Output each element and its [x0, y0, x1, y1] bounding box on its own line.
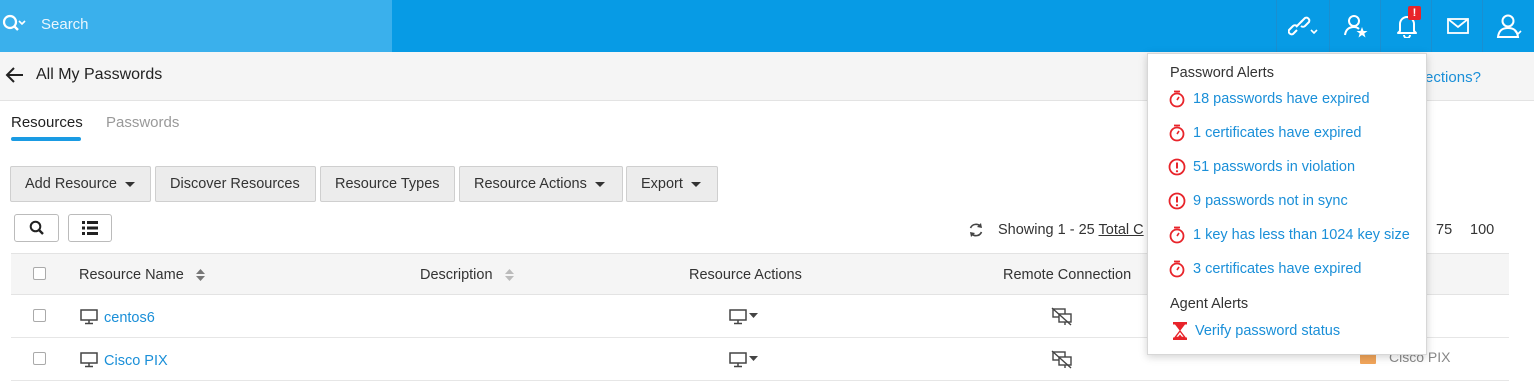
search-box[interactable]: Search [0, 0, 392, 52]
resource-types-label: Resource Types [335, 176, 440, 192]
sort-icon[interactable] [195, 269, 205, 282]
timer-icon [1169, 90, 1185, 108]
password-alerts-heading: Password Alerts [1170, 65, 1274, 81]
column-chooser-button[interactable] [68, 214, 112, 242]
pagination-summary: Showing 1 - 25 Total C [998, 222, 1144, 238]
chevron-down-icon [594, 181, 605, 187]
favorites-menu[interactable] [1329, 0, 1381, 52]
alert-item[interactable]: 3 certificates have expired [1168, 260, 1361, 278]
alert-item[interactable]: 9 passwords not in sync [1168, 192, 1348, 210]
tab-resources[interactable]: Resources [11, 114, 83, 131]
top-bar: Search ! [0, 0, 1534, 52]
search-icon [29, 220, 44, 235]
column-resource-name[interactable]: Resource Name [79, 267, 205, 283]
list-icon [82, 221, 98, 235]
agent-alerts-heading: Agent Alerts [1170, 296, 1249, 312]
row-checkbox[interactable] [33, 309, 46, 322]
computer-icon [80, 352, 98, 368]
connections-menu[interactable] [1276, 0, 1328, 52]
messages-menu[interactable] [1431, 0, 1483, 52]
table-search-button[interactable] [14, 214, 59, 242]
chevron-down-icon [690, 181, 701, 187]
export-button[interactable]: Export [626, 166, 718, 202]
search-icon[interactable] [2, 14, 26, 36]
chevron-down-icon [124, 181, 135, 187]
timer-icon [1169, 124, 1185, 142]
alert-item[interactable]: 1 certificates have expired [1168, 124, 1361, 142]
page-size-100[interactable]: 100 [1470, 222, 1494, 238]
tab-passwords[interactable]: Passwords [106, 114, 179, 131]
column-description[interactable]: Description [420, 267, 514, 283]
user-menu[interactable] [1482, 0, 1534, 52]
column-remote-connection: Remote Connection [1003, 267, 1132, 283]
alert-text: 3 certificates have expired [1193, 261, 1362, 277]
export-label: Export [641, 176, 683, 192]
user-icon [1496, 14, 1522, 38]
timer-icon [1169, 226, 1185, 244]
back-arrow-icon[interactable] [5, 66, 25, 84]
alert-text: 51 passwords in violation [1193, 159, 1356, 175]
sort-icon[interactable] [504, 269, 514, 282]
alert-item[interactable]: 51 passwords in violation [1168, 158, 1355, 176]
notifications-dropdown: Password Alerts 18 passwords have expire… [1147, 53, 1427, 355]
resource-actions-label: Resource Actions [474, 176, 587, 192]
column-description-label: Description [420, 267, 493, 283]
add-resource-label: Add Resource [25, 176, 117, 192]
column-resource-name-label: Resource Name [79, 267, 184, 283]
active-tab-indicator [11, 137, 81, 141]
table-row [11, 381, 1509, 392]
alert-text: 1 key has less than 1024 key size [1193, 227, 1410, 243]
alert-text: 1 certificates have expired [1193, 125, 1362, 141]
exclamation-circle-icon [1168, 158, 1186, 176]
select-all-checkbox[interactable] [33, 267, 46, 280]
timer-icon [1169, 260, 1185, 278]
remote-connection-disabled-icon[interactable] [1051, 307, 1075, 327]
exclamation-circle-icon [1168, 192, 1186, 210]
alert-text: 18 passwords have expired [1193, 91, 1370, 107]
discover-resources-button[interactable]: Discover Resources [155, 166, 316, 202]
alert-text: 9 passwords not in sync [1193, 193, 1348, 209]
page-size-75[interactable]: 75 [1436, 222, 1452, 238]
alert-item[interactable]: 1 key has less than 1024 key size [1168, 226, 1410, 244]
notification-badge: ! [1408, 6, 1421, 20]
hourglass-icon [1173, 322, 1187, 340]
resource-actions-dropdown-icon[interactable] [729, 309, 761, 325]
row-checkbox[interactable] [33, 352, 46, 365]
discover-resources-label: Discover Resources [170, 176, 300, 192]
resource-name-link[interactable]: Cisco PIX [104, 353, 168, 369]
add-resource-button[interactable]: Add Resource [10, 166, 151, 202]
resource-types-button[interactable]: Resource Types [320, 166, 455, 202]
computer-icon [80, 309, 98, 325]
column-resource-actions: Resource Actions [689, 267, 802, 283]
total-count-link[interactable]: Total C [1099, 222, 1144, 238]
link-icon [1287, 16, 1318, 36]
resource-actions-button[interactable]: Resource Actions [459, 166, 623, 202]
resource-name-link[interactable]: centos6 [104, 310, 155, 326]
alert-item[interactable]: 18 passwords have expired [1168, 90, 1370, 108]
mail-icon [1446, 18, 1469, 34]
resource-actions-dropdown-icon[interactable] [729, 352, 761, 368]
notifications-menu[interactable]: ! [1380, 0, 1432, 52]
alert-text: Verify password status [1195, 323, 1341, 339]
showing-range: Showing 1 - 25 [998, 222, 1095, 238]
page-title: All My Passwords [36, 66, 163, 83]
remote-connection-disabled-icon[interactable] [1051, 350, 1075, 370]
alert-item[interactable]: Verify password status [1172, 322, 1340, 340]
search-input[interactable]: Search [41, 16, 89, 33]
refresh-icon[interactable] [968, 222, 984, 238]
user-star-icon [1343, 15, 1367, 38]
